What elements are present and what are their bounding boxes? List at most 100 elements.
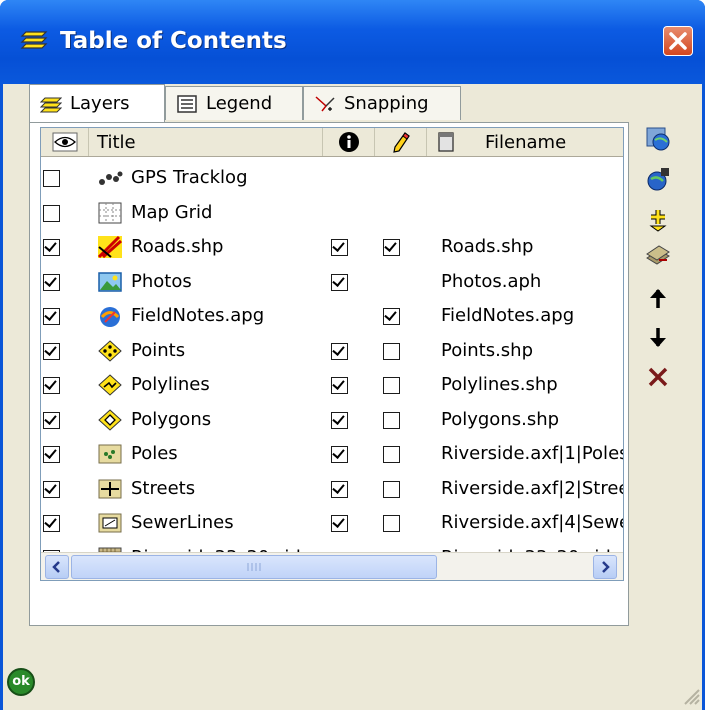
layers-tab-panel: Title Filename GPS Tracklog Map Grid Roa… [29,122,629,626]
layer-title: FieldNotes.apg [131,305,265,326]
roads-icon [97,235,122,259]
layer-title: Polygons [131,408,212,430]
visible-checkbox[interactable] [43,308,60,325]
layer-filename: Photos.aph [441,270,542,292]
move-down-icon[interactable] [645,324,671,350]
visible-checkbox[interactable] [43,377,60,394]
layer-row[interactable]: Photos Photos.aph [41,266,623,300]
sewerlines-icon [98,513,122,533]
column-title[interactable]: Title [89,128,323,156]
column-title-label: Title [97,131,136,153]
layer-row[interactable]: FieldNotes.apg FieldNotes.apg [41,300,623,334]
scroll-right-icon [602,561,610,573]
info-icon [338,132,359,152]
move-up-icon[interactable] [645,286,671,312]
add-layer-icon[interactable] [645,206,671,232]
gps-tracklog-icon [99,171,123,185]
layer-row[interactable]: Polygons Polygons.shp [41,404,623,438]
column-visible[interactable] [41,128,89,156]
add-globe-icon[interactable] [645,126,671,152]
layer-title: Points [131,339,186,361]
info-checkbox[interactable] [331,446,348,463]
tab-snapping[interactable]: Snapping [303,86,461,120]
points-icon [98,339,122,362]
layer-title: Photos [131,270,192,292]
edit-checkbox[interactable] [383,342,400,360]
visible-checkbox[interactable] [43,342,60,360]
close-button[interactable] [663,26,693,56]
layer-row[interactable]: Polylines Polylines.shp [41,369,623,403]
close-icon [669,32,687,50]
layer-row[interactable]: GPS Tracklog [41,162,623,196]
layer-row[interactable]: Streets Riverside.axf|2|Street [41,473,623,507]
info-checkbox[interactable] [331,411,348,429]
eye-icon [52,132,77,152]
layer-row[interactable]: Map Grid [41,197,623,231]
visible-checkbox[interactable] [43,515,60,532]
layer-title: SewerLines [131,512,234,533]
info-checkbox[interactable] [331,342,348,360]
edit-checkbox[interactable] [383,446,400,463]
info-checkbox[interactable] [331,480,348,498]
edit-checkbox[interactable] [383,377,400,394]
layer-filename: FieldNotes.apg [441,305,575,326]
layer-filename: Riverside.axf|1|Poles [441,443,624,464]
tab-layers[interactable]: Layers [29,84,165,122]
add-data-icon[interactable] [645,166,671,192]
tab-legend[interactable]: Legend [165,86,303,120]
layer-title: GPS Tracklog [131,167,248,188]
edit-checkbox[interactable] [383,239,400,256]
visible-checkbox[interactable] [43,273,60,291]
layer-row[interactable]: SewerLines Riverside.axf|4|Sewe [41,507,623,541]
layer-row[interactable]: Points Points.shp [41,335,623,369]
resize-grip-icon[interactable] [679,684,701,706]
toc-window: Table of Contents Layers Legend Snapping… [0,0,705,710]
visible-checkbox[interactable] [43,446,60,463]
remove-layer-icon[interactable] [645,364,671,390]
column-filename[interactable]: Filename [427,128,623,156]
ok-button[interactable]: ok [7,668,35,696]
pencil-icon [392,132,410,153]
visible-checkbox[interactable] [43,480,60,498]
layer-filename: Points.shp [441,339,534,361]
layer-filename: Riverside.axf|2|Street [441,477,624,499]
photos-icon [98,271,122,292]
ok-label: ok [12,674,30,689]
map-grid-icon [98,202,122,223]
layer-row[interactable]: Poles Riverside.axf|1|Poles [41,438,623,472]
column-edit[interactable] [375,128,427,156]
info-checkbox[interactable] [331,239,348,256]
poles-icon [98,444,122,464]
layer-list[interactable]: Title Filename GPS Tracklog Map Grid Roa… [40,127,624,581]
edit-checkbox[interactable] [383,411,400,429]
edit-checkbox[interactable] [383,515,400,532]
visible-checkbox[interactable] [43,239,60,256]
edit-checkbox[interactable] [383,308,400,325]
title-bar[interactable]: Table of Contents [0,0,705,84]
layer-title: Polylines [131,374,210,395]
layer-filename: Roads.shp [441,236,534,257]
column-info[interactable] [323,128,375,156]
info-checkbox[interactable] [331,515,348,532]
horizontal-scrollbar[interactable] [41,552,623,580]
edit-checkbox[interactable] [383,480,400,498]
visible-checkbox[interactable] [43,204,60,222]
scroll-right-button[interactable] [593,555,617,579]
fieldnotes-icon [100,307,120,327]
visible-checkbox[interactable] [43,170,60,187]
scroll-thumb[interactable] [71,555,437,579]
layers-icon [20,31,48,49]
streets-icon [98,479,122,498]
column-header: Title Filename [41,128,623,157]
layer-filename: Polylines.shp [441,374,558,395]
scroll-left-button[interactable] [45,555,69,579]
visible-checkbox[interactable] [43,411,60,429]
layer-title: Map Grid [131,201,213,223]
info-checkbox[interactable] [331,377,348,394]
window-title: Table of Contents [60,28,287,54]
polylines-icon [98,374,122,396]
layer-properties-icon[interactable] [645,244,671,270]
layer-row[interactable]: Roads.shp Roads.shp [41,231,623,265]
scroll-left-icon [52,561,60,573]
info-checkbox[interactable] [331,273,348,291]
